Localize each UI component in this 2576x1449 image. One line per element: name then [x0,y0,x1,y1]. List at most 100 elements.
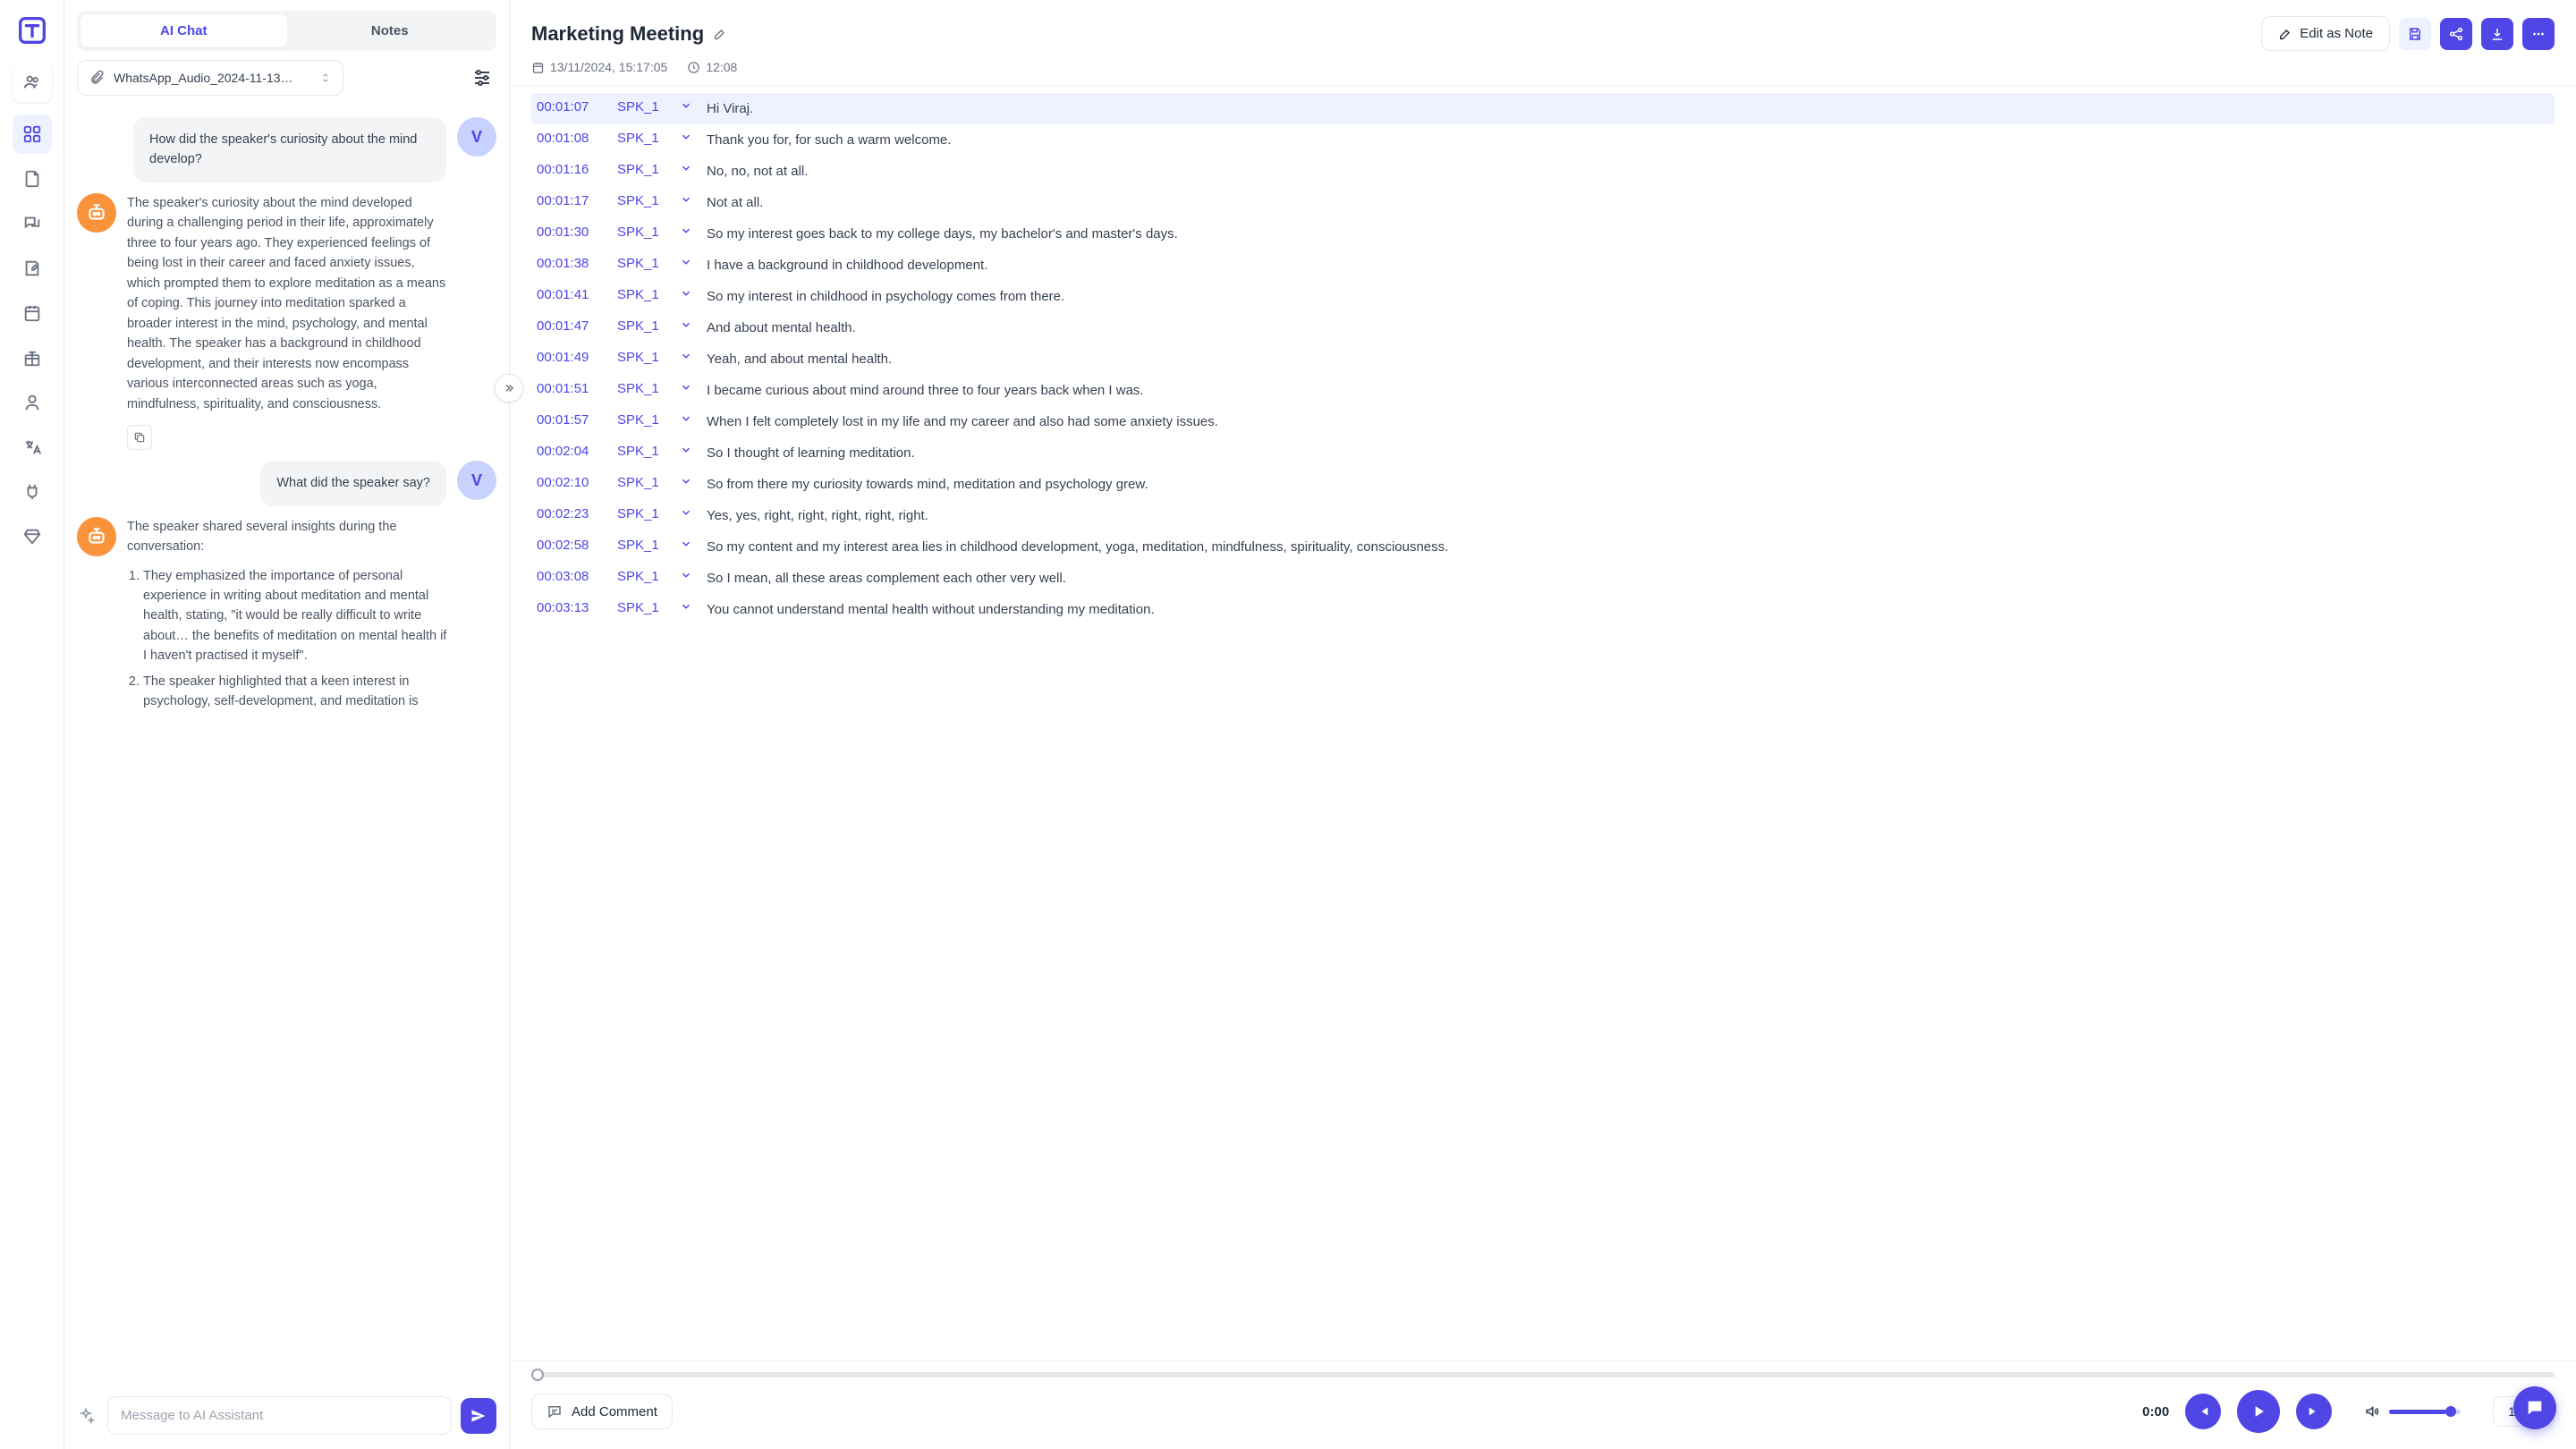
speaker-label[interactable]: SPK_1 [617,131,669,146]
timestamp[interactable]: 00:02:58 [537,538,606,553]
more-button[interactable] [2522,18,2555,50]
timestamp[interactable]: 00:01:08 [537,131,606,146]
chevron-down-icon[interactable] [680,162,696,174]
transcript-row[interactable]: 00:01:30 SPK_1 So my interest goes back … [531,218,2555,250]
chevron-down-icon[interactable] [680,318,696,331]
nav-profile[interactable] [13,383,52,422]
nav-chat[interactable] [13,204,52,243]
transcript-row[interactable]: 00:01:16 SPK_1 No, no, not at all. [531,156,2555,187]
speaker-label[interactable]: SPK_1 [617,538,669,553]
transcript-row[interactable]: 00:01:08 SPK_1 Thank you for, for such a… [531,124,2555,156]
copy-button[interactable] [127,425,152,450]
transcript-row[interactable]: 00:01:07 SPK_1 Hi Viraj. [531,93,2555,124]
speaker-label[interactable]: SPK_1 [617,225,669,240]
transcript-row[interactable]: 00:02:23 SPK_1 Yes, yes, right, right, r… [531,500,2555,531]
progress-bar[interactable] [531,1372,2555,1377]
transcript-row[interactable]: 00:01:17 SPK_1 Not at all. [531,187,2555,218]
timestamp[interactable]: 00:01:57 [537,412,606,428]
timestamp[interactable]: 00:02:23 [537,506,606,521]
app-logo[interactable] [14,13,50,48]
nav-premium[interactable] [13,517,52,556]
timestamp[interactable]: 00:01:30 [537,225,606,240]
chevron-down-icon[interactable] [680,193,696,206]
nav-notes[interactable] [13,249,52,288]
transcript-row[interactable]: 00:01:51 SPK_1 I became curious about mi… [531,375,2555,406]
timestamp[interactable]: 00:01:49 [537,350,606,365]
nav-integrations[interactable] [13,472,52,512]
timestamp[interactable]: 00:01:16 [537,162,606,177]
chevron-down-icon[interactable] [680,569,696,581]
speaker-label[interactable]: SPK_1 [617,256,669,271]
nav-translate[interactable] [13,428,52,467]
next-button[interactable] [2296,1394,2332,1429]
transcript-row[interactable]: 00:01:49 SPK_1 Yeah, and about mental he… [531,343,2555,375]
help-chat-button[interactable] [2513,1386,2556,1429]
speaker-label[interactable]: SPK_1 [617,162,669,177]
speaker-label[interactable]: SPK_1 [617,287,669,302]
chevron-down-icon[interactable] [680,600,696,613]
transcript-row[interactable]: 00:03:08 SPK_1 So I mean, all these area… [531,563,2555,594]
chat-scroll[interactable]: How did the speaker's curiosity about th… [64,106,509,1387]
chevron-down-icon[interactable] [680,506,696,519]
play-button[interactable] [2237,1390,2280,1433]
speaker-label[interactable]: SPK_1 [617,412,669,428]
speaker-label[interactable]: SPK_1 [617,99,669,114]
chevron-down-icon[interactable] [680,444,696,456]
timestamp[interactable]: 00:01:38 [537,256,606,271]
speaker-label[interactable]: SPK_1 [617,600,669,615]
timestamp[interactable]: 00:01:41 [537,287,606,302]
timestamp[interactable]: 00:01:07 [537,99,606,114]
timestamp[interactable]: 00:02:10 [537,475,606,490]
transcript-list[interactable]: 00:01:07 SPK_1 Hi Viraj.00:01:08 SPK_1 T… [510,86,2576,1360]
transcript-row[interactable]: 00:02:04 SPK_1 So I thought of learning … [531,437,2555,469]
workspace-icon[interactable] [13,63,52,102]
speaker-label[interactable]: SPK_1 [617,506,669,521]
file-selector[interactable]: WhatsApp_Audio_2024-11-13… [77,60,343,96]
chevron-down-icon[interactable] [680,350,696,362]
volume-icon[interactable] [2364,1403,2380,1419]
chevron-down-icon[interactable] [680,381,696,394]
chevron-down-icon[interactable] [680,99,696,112]
prev-button[interactable] [2185,1394,2221,1429]
edit-title-button[interactable] [713,27,727,41]
timestamp[interactable]: 00:01:51 [537,381,606,396]
chevron-down-icon[interactable] [680,538,696,550]
nav-calendar[interactable] [13,293,52,333]
transcript-row[interactable]: 00:03:13 SPK_1 You cannot understand men… [531,594,2555,625]
compose-input[interactable] [107,1396,452,1435]
chevron-down-icon[interactable] [680,412,696,425]
volume-slider[interactable] [2389,1410,2461,1414]
nav-gift[interactable] [13,338,52,377]
send-button[interactable] [461,1398,496,1434]
progress-thumb[interactable] [531,1368,544,1381]
timestamp[interactable]: 00:03:08 [537,569,606,584]
speaker-label[interactable]: SPK_1 [617,318,669,334]
speaker-label[interactable]: SPK_1 [617,569,669,584]
chevron-down-icon[interactable] [680,225,696,237]
download-button[interactable] [2481,18,2513,50]
nav-dashboard[interactable] [13,114,52,154]
speaker-label[interactable]: SPK_1 [617,193,669,208]
transcript-row[interactable]: 00:01:38 SPK_1 I have a background in ch… [531,250,2555,281]
share-button[interactable] [2440,18,2472,50]
speaker-label[interactable]: SPK_1 [617,475,669,490]
timestamp[interactable]: 00:01:17 [537,193,606,208]
transcript-row[interactable]: 00:01:41 SPK_1 So my interest in childho… [531,281,2555,312]
timestamp[interactable]: 00:02:04 [537,444,606,459]
tab-ai-chat[interactable]: AI Chat [80,14,287,47]
transcript-row[interactable]: 00:02:10 SPK_1 So from there my curiosit… [531,469,2555,500]
chevron-down-icon[interactable] [680,256,696,268]
transcript-row[interactable]: 00:02:58 SPK_1 So my content and my inte… [531,531,2555,563]
edit-as-note-button[interactable]: Edit as Note [2261,16,2390,51]
timestamp[interactable]: 00:01:47 [537,318,606,334]
speaker-label[interactable]: SPK_1 [617,444,669,459]
add-comment-button[interactable]: Add Comment [531,1394,673,1429]
tab-notes[interactable]: Notes [287,14,494,47]
chevron-down-icon[interactable] [680,475,696,487]
transcript-row[interactable]: 00:01:47 SPK_1 And about mental health. [531,312,2555,343]
filter-button[interactable] [468,64,496,92]
expand-panel-button[interactable] [495,374,523,402]
transcript-row[interactable]: 00:01:57 SPK_1 When I felt completely lo… [531,406,2555,437]
chevron-down-icon[interactable] [680,131,696,143]
nav-documents[interactable] [13,159,52,199]
